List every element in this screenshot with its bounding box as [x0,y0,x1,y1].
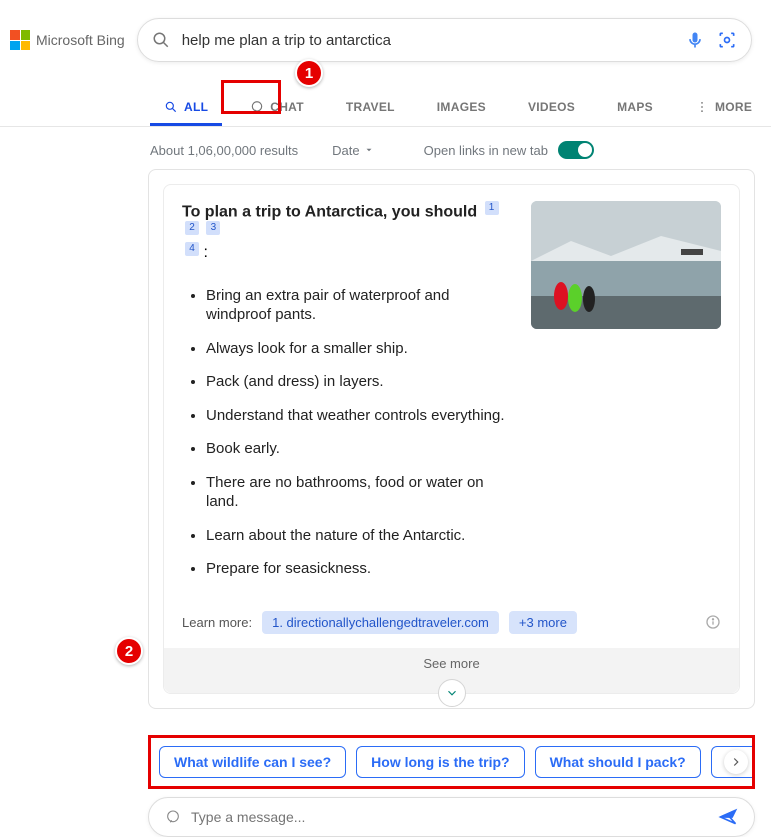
tab-more[interactable]: MORE [681,90,766,126]
compose-input[interactable] [191,809,708,825]
chip-pack[interactable]: What should I pack? [535,746,701,778]
chevron-right-icon [729,755,743,769]
search-input[interactable] [182,32,673,49]
learn-more-row: Learn more: 1. directionallychallengedtr… [182,601,721,648]
tab-label: MAPS [617,100,653,114]
info-icon[interactable] [705,614,721,630]
list-item: Bring an extra pair of waterproof and wi… [206,286,506,325]
citation-2[interactable]: 2 [185,221,199,235]
tab-label: ALL [184,100,208,114]
chip-wildlife[interactable]: What wildlife can I see? [159,746,346,778]
suggestion-chips: What wildlife can I see? How long is the… [148,735,755,789]
citation-3[interactable]: 3 [206,221,220,235]
chevron-down-icon [445,686,459,700]
search-icon [164,100,178,114]
expand-button[interactable] [438,679,466,707]
visual-search-icon[interactable] [717,30,737,50]
chat-icon [165,809,181,825]
citation-4[interactable]: 4 [185,242,199,256]
chips-scroll-right[interactable] [724,750,748,774]
tab-label: TRAVEL [346,100,395,114]
tab-videos[interactable]: VIDEOS [514,90,589,126]
send-icon[interactable] [718,807,738,827]
list-item: Always look for a smaller ship. [206,339,513,359]
date-label: Date [332,143,359,158]
annotation-callout-2: 2 [115,637,143,665]
tab-label: IMAGES [437,100,486,114]
list-item: Understand that weather controls everyth… [206,406,513,426]
brand-logo[interactable]: Microsoft Bing [10,30,125,50]
annotation-highlight-chat [221,80,281,114]
tab-label: VIDEOS [528,100,575,114]
list-item: Book early. [206,439,513,459]
answer-heading: To plan a trip to Antarctica, you should [182,203,477,220]
compose-bar[interactable] [148,797,755,837]
open-links-label: Open links in new tab [424,143,548,158]
open-links-toggle[interactable] [558,141,594,159]
list-item: Prepare for seasickness. [206,559,513,579]
search-icon [152,31,170,49]
tips-list: Bring an extra pair of waterproof and wi… [182,262,513,601]
citation-1[interactable]: 1 [485,201,499,215]
list-item: Learn about the nature of the Antarctic. [206,526,513,546]
list-item: Pack (and dress) in layers. [206,372,513,392]
search-bar[interactable] [137,18,752,62]
mic-icon[interactable] [685,30,705,50]
results-count: About 1,06,00,000 results [150,143,298,158]
answer-image[interactable] [531,201,721,329]
tab-travel[interactable]: TRAVEL [332,90,409,126]
annotation-callout-1: 1 [295,59,323,87]
ms-logo-icon [10,30,30,50]
tab-maps[interactable]: MAPS [603,90,667,126]
tab-label: MORE [715,100,752,114]
chevron-down-icon [364,145,374,155]
chip-duration[interactable]: How long is the trip? [356,746,524,778]
answer-colon: : [203,244,207,261]
tabs-row: ALL CHAT TRAVEL IMAGES VIDEOS MAPS MORE [0,62,771,127]
tab-images[interactable]: IMAGES [423,90,500,126]
tab-all[interactable]: ALL [150,90,222,126]
see-more-bar[interactable]: See more [164,648,739,693]
learn-source-1[interactable]: 1. directionallychallengedtraveler.com [262,611,499,634]
date-filter[interactable]: Date [332,143,373,158]
list-item: There are no bathrooms, food or water on… [206,473,513,512]
see-more-label: See more [423,656,479,671]
answer-card: To plan a trip to Antarctica, you should… [148,169,755,709]
more-icon [695,100,709,114]
results-meta: About 1,06,00,000 results Date Open link… [0,127,771,167]
learn-more-sources[interactable]: +3 more [509,611,577,634]
learn-label: Learn more: [182,615,252,630]
brand-text: Microsoft Bing [36,32,125,48]
